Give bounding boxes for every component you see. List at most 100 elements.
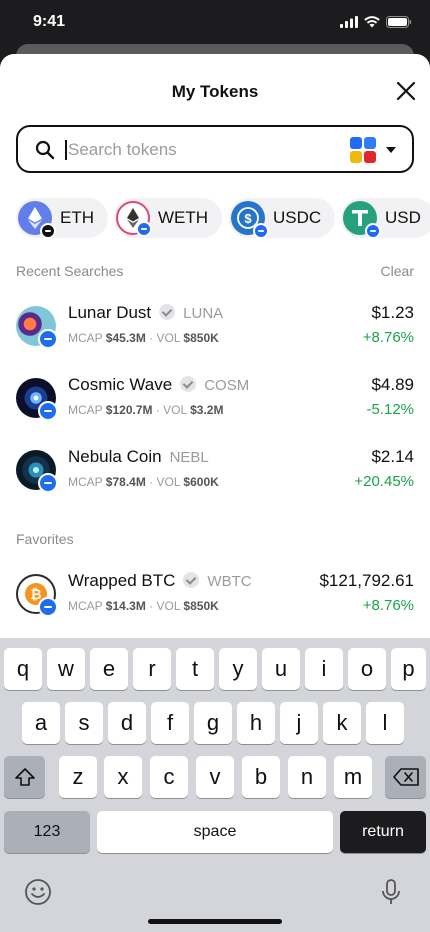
key-q[interactable]: q xyxy=(4,648,42,690)
svg-text:$: $ xyxy=(244,211,252,226)
key-g[interactable]: g xyxy=(194,702,232,744)
key-m[interactable]: m xyxy=(334,756,372,798)
token-price: $1.23 xyxy=(371,303,414,322)
vol-value: $3.2M xyxy=(190,403,224,417)
key-e[interactable]: e xyxy=(90,648,128,690)
vol-label: VOL xyxy=(156,331,181,345)
token-change: -5.12% xyxy=(366,401,414,418)
close-button[interactable] xyxy=(394,79,418,103)
recent-searches-label: Recent Searches xyxy=(16,263,124,279)
chevron-down-icon[interactable] xyxy=(386,147,396,153)
mcap-label: MCAP xyxy=(68,403,103,417)
mcap-label: MCAP xyxy=(68,475,103,489)
key-z[interactable]: z xyxy=(59,756,97,798)
key-b[interactable]: b xyxy=(242,756,280,798)
key-p[interactable]: p xyxy=(391,648,426,690)
mcap-value: $120.7M xyxy=(105,403,153,417)
chip-label: USD xyxy=(385,208,421,227)
verified-icon xyxy=(180,376,197,392)
mcap-label: MCAP xyxy=(68,331,103,345)
chip-weth[interactable]: WETH xyxy=(114,198,223,238)
emoji-button[interactable] xyxy=(24,878,52,911)
chip-label: ETH xyxy=(60,208,94,227)
key-w[interactable]: w xyxy=(47,648,85,690)
token-name: Cosmic Wave xyxy=(68,375,173,394)
chip-usdc[interactable]: $ USDC xyxy=(229,198,336,238)
clear-button[interactable]: Clear xyxy=(381,263,414,279)
token-name: Lunar Dust xyxy=(68,303,152,322)
network-badge-icon xyxy=(40,223,56,238)
token-name-line: Wrapped BTC WBTC xyxy=(68,571,252,591)
search-bar[interactable] xyxy=(16,125,414,173)
shift-key[interactable] xyxy=(4,756,45,798)
chip-label: WETH xyxy=(158,208,209,227)
token-market-stats: MCAP $14.3M · VOL $850K xyxy=(68,599,219,613)
key-n[interactable]: n xyxy=(288,756,326,798)
base-network-badge-icon xyxy=(365,223,381,238)
key-d[interactable]: d xyxy=(108,702,146,744)
token-change: +8.76% xyxy=(362,597,414,614)
token-row[interactable]: ₿ Wrapped BTC WBTC MCAP $14.3M · VOL $850… xyxy=(0,571,430,631)
text-cursor xyxy=(65,140,67,160)
key-j[interactable]: j xyxy=(280,702,318,744)
mcap-value: $78.4M xyxy=(105,475,146,489)
token-symbol: COSM xyxy=(204,377,250,394)
key-f[interactable]: f xyxy=(151,702,189,744)
key-o[interactable]: o xyxy=(348,648,386,690)
token-row[interactable]: Lunar Dust LUNA MCAP $45.3M · VOL $850K $… xyxy=(0,303,430,363)
key-a[interactable]: a xyxy=(22,702,60,744)
chip-usdt[interactable]: USD xyxy=(341,198,430,238)
emoji-icon xyxy=(25,879,51,905)
home-indicator xyxy=(148,919,282,924)
search-input[interactable] xyxy=(68,136,338,164)
key-k[interactable]: k xyxy=(323,702,361,744)
key-t[interactable]: t xyxy=(176,648,214,690)
token-name: Wrapped BTC xyxy=(68,571,176,590)
return-key[interactable]: return xyxy=(340,811,426,853)
key-c[interactable]: c xyxy=(150,756,188,798)
key-h[interactable]: h xyxy=(237,702,275,744)
token-market-stats: MCAP $120.7M · VOL $3.2M xyxy=(68,403,224,417)
key-y[interactable]: y xyxy=(219,648,257,690)
network-filter-icon[interactable] xyxy=(350,137,376,163)
signal-icon xyxy=(340,16,358,28)
key-l[interactable]: l xyxy=(366,702,404,744)
my-tokens-sheet: My Tokens ETH WETH xyxy=(0,54,430,644)
vol-label: VOL xyxy=(163,403,187,417)
token-change: +20.45% xyxy=(354,473,414,490)
token-price: $121,792.61 xyxy=(319,571,414,590)
base-network-badge-icon xyxy=(38,329,58,349)
token-symbol: LUNA xyxy=(183,305,224,322)
token-name-line: Nebula Coin NEBL xyxy=(68,447,209,467)
microphone-icon xyxy=(382,879,400,904)
key-i[interactable]: i xyxy=(305,648,343,690)
search-icon xyxy=(35,140,55,160)
quick-token-chips: ETH WETH $ USDC USD xyxy=(16,198,430,238)
key-u[interactable]: u xyxy=(262,648,300,690)
token-row[interactable]: Cosmic Wave COSM MCAP $120.7M · VOL $3.2M… xyxy=(0,375,430,435)
key-s[interactable]: s xyxy=(65,702,103,744)
wifi-icon xyxy=(364,16,380,28)
token-symbol: WBTC xyxy=(207,573,252,590)
dictation-button[interactable] xyxy=(380,878,402,911)
mcap-label: MCAP xyxy=(68,599,103,613)
close-icon xyxy=(396,81,416,101)
chip-eth[interactable]: ETH xyxy=(16,198,108,238)
token-name-line: Lunar Dust LUNA xyxy=(68,303,223,323)
key-x[interactable]: x xyxy=(104,756,142,798)
weth-icon xyxy=(116,201,152,237)
token-row[interactable]: Nebula Coin NEBL MCAP $78.4M · VOL $600K … xyxy=(0,447,430,507)
mcap-value: $14.3M xyxy=(105,599,146,613)
base-network-badge-icon xyxy=(38,597,58,617)
token-change: +8.76% xyxy=(362,329,414,346)
base-network-badge-icon xyxy=(38,401,58,421)
numbers-key[interactable]: 123 xyxy=(4,811,90,853)
key-r[interactable]: r xyxy=(133,648,171,690)
key-v[interactable]: v xyxy=(196,756,234,798)
shift-icon xyxy=(14,768,35,786)
space-key[interactable]: space xyxy=(97,811,333,853)
usdc-icon: $ xyxy=(231,201,269,238)
backspace-key[interactable] xyxy=(385,756,426,798)
token-market-stats: MCAP $45.3M · VOL $850K xyxy=(68,331,219,345)
verified-icon xyxy=(183,572,200,588)
